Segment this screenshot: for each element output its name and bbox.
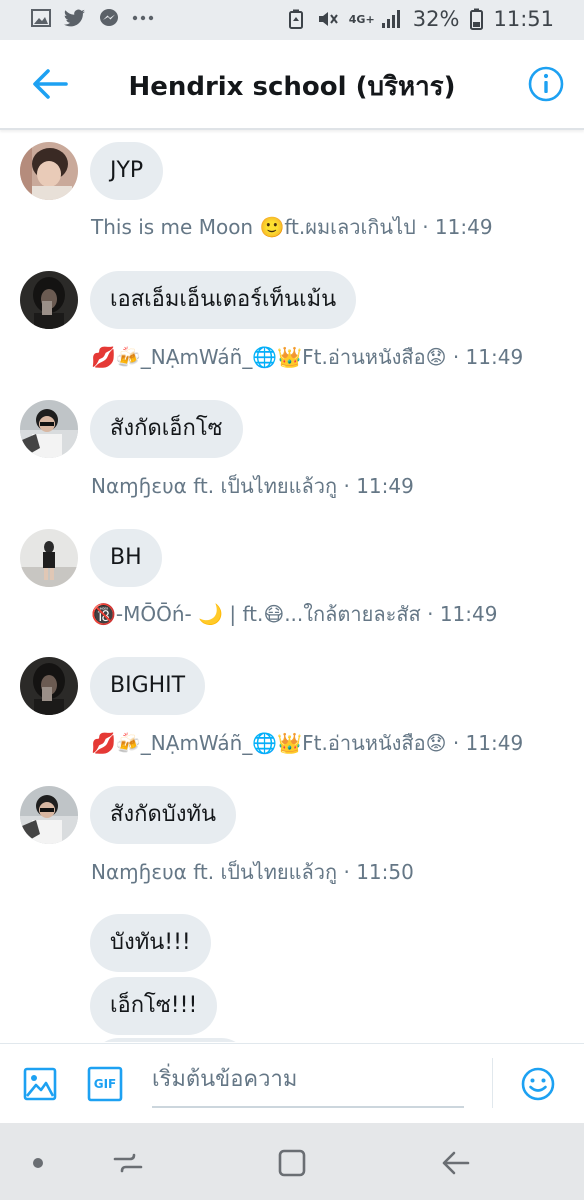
signal-icon <box>381 9 403 29</box>
message-list[interactable]: JYP This is me Moon 🙂ft.ผมเลวเกินไป · 11… <box>0 130 584 1042</box>
battery-icon <box>469 8 483 30</box>
status-left-icons <box>30 8 154 28</box>
gallery-icon <box>30 8 52 28</box>
message-group: BH 🔞-MŌŌń- 🌙 | ft.😷...ใกล้ตายละสัส · 11:… <box>0 529 584 639</box>
avatar[interactable] <box>20 786 78 844</box>
message-group: JYP This is me Moon 🙂ft.ผมเลวเกินไป · 11… <box>0 142 584 252</box>
message-group <box>0 1038 584 1042</box>
mute-icon <box>317 9 339 29</box>
message-group: เอ็กโซ!!! <box>0 977 584 1035</box>
composer-divider <box>492 1058 493 1108</box>
conversation-header: Hendrix school (บริหาร) <box>0 40 584 130</box>
image-icon[interactable] <box>22 1066 58 1102</box>
home-icon[interactable] <box>272 1143 312 1183</box>
message-bubble[interactable]: เอ็กโซ!!! <box>90 977 218 1035</box>
avatar[interactable] <box>20 271 78 329</box>
info-icon[interactable] <box>528 66 564 102</box>
message-meta: 🔞-MŌŌń- 🌙 | ft.😷...ใกล้ตายละสัส · 11:49 <box>91 602 498 626</box>
message-bubble[interactable]: บังทัน!!! <box>90 914 211 972</box>
network-type: 4G+ <box>348 12 375 26</box>
dot-icon[interactable] <box>18 1143 58 1183</box>
more-icon <box>132 8 154 28</box>
message-bubble[interactable]: JYP <box>90 142 164 200</box>
message-meta: Nαɱɧɛυα ft. เป็นไทยแล้วกู · 11:49 <box>91 474 414 498</box>
message-bubble[interactable]: สังกัดบังทัน <box>90 786 237 844</box>
message-bubble[interactable]: BIGHIT <box>90 657 206 715</box>
message-meta: 💋🍻_NẠmWáñ_🌐👑Ft.อ่านหนังสือ😟 · 11:49 <box>91 731 524 755</box>
avatar[interactable] <box>20 657 78 715</box>
message-group: บังทัน!!! <box>0 914 584 972</box>
messenger-icon <box>98 8 120 28</box>
back-icon[interactable] <box>436 1143 476 1183</box>
battery-saver-icon <box>285 9 307 29</box>
status-bar: 4G+ 32% 11:51 <box>0 0 584 40</box>
message-group: สังกัดเอ็กโซ Nαɱɧɛυα ft. เป็นไทยแล้วกู ·… <box>0 400 584 510</box>
message-group: BIGHIT 💋🍻_NẠmWáñ_🌐👑Ft.อ่านหนังสือ😟 · 11:… <box>0 657 584 767</box>
gif-label: GIF <box>93 1077 117 1091</box>
battery-percent: 32% <box>412 7 460 31</box>
message-input[interactable]: เริ่มต้นข้อความ <box>152 1062 464 1108</box>
gif-button[interactable]: GIF <box>87 1066 123 1102</box>
composer: GIF เริ่มต้นข้อความ <box>0 1043 584 1124</box>
message-bubble-partial[interactable] <box>90 1038 250 1042</box>
twitter-icon <box>64 8 86 28</box>
clock: 11:51 <box>493 7 554 31</box>
message-group: สังกัดบังทัน Nαɱɧɛυα ft. เป็นไทยแล้วกู ·… <box>0 786 584 896</box>
message-bubble[interactable]: สังกัดเอ็กโซ <box>90 400 243 458</box>
system-nav-bar <box>0 1123 584 1200</box>
avatar[interactable] <box>20 529 78 587</box>
message-bubble[interactable]: BH <box>90 529 162 587</box>
message-group: เอสเอ็มเอ็นเตอร์เท็นเม้น 💋🍻_NẠmWáñ_🌐👑Ft.… <box>0 271 584 381</box>
avatar[interactable] <box>20 142 78 200</box>
avatar[interactable] <box>20 400 78 458</box>
conversation-title: Hendrix school (บริหาร) <box>128 72 456 102</box>
recent-apps-icon[interactable] <box>108 1143 148 1183</box>
status-right: 4G+ 32% 11:51 <box>285 7 554 31</box>
emoji-icon[interactable] <box>520 1066 556 1102</box>
message-meta: This is me Moon 🙂ft.ผมเลวเกินไป · 11:49 <box>91 215 493 239</box>
message-meta: 💋🍻_NẠmWáñ_🌐👑Ft.อ่านหนังสือ😟 · 11:49 <box>91 345 524 369</box>
message-bubble[interactable]: เอสเอ็มเอ็นเตอร์เท็นเม้น <box>90 271 357 329</box>
message-meta: Nαɱɧɛυα ft. เป็นไทยแล้วกู · 11:50 <box>91 860 414 884</box>
